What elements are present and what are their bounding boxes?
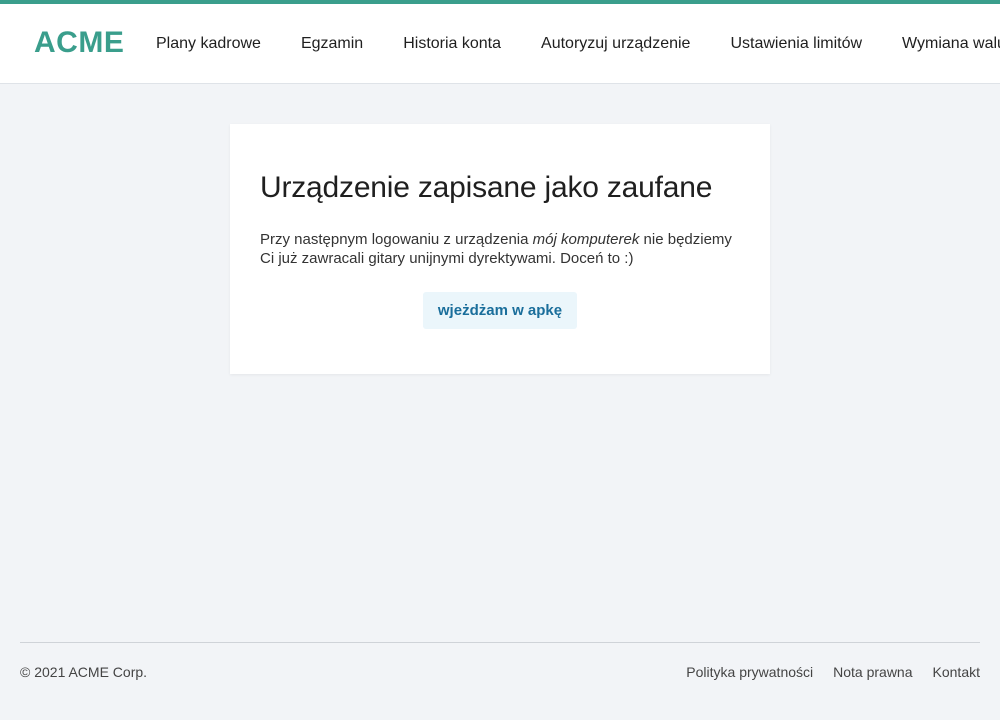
footer-link-legal-note[interactable]: Nota prawna <box>833 663 912 681</box>
cta-container: wjeżdżam w apkę <box>260 292 740 329</box>
nav-item-wymiana-walut[interactable]: Wymiana walut <box>902 34 1000 54</box>
nav-item-egzamin[interactable]: Egzamin <box>301 34 363 54</box>
footer-link-contact[interactable]: Kontakt <box>933 663 980 681</box>
copyright-text: © 2021 ACME Corp. <box>20 664 148 680</box>
footer-link-privacy-policy[interactable]: Polityka prywatności <box>686 663 813 681</box>
nav-item-plany-kadrowe[interactable]: Plany kadrowe <box>156 34 261 54</box>
confirmation-card: Urządzenie zapisane jako zaufane Przy na… <box>230 124 770 374</box>
enter-app-button[interactable]: wjeżdżam w apkę <box>422 292 578 329</box>
footer-divider <box>20 642 980 643</box>
top-navigation-bar: ACME Plany kadrowe Egzamin Historia kont… <box>0 0 1000 84</box>
footer-links: Polityka prywatności Nota prawna Kontakt <box>686 663 980 681</box>
acme-logo[interactable]: ACME <box>34 26 124 60</box>
nav-item-historia-konta[interactable]: Historia konta <box>403 34 501 54</box>
nav-item-ustawienia-limitow[interactable]: Ustawienia limitów <box>730 34 862 54</box>
message-text-before: Przy następnym logowaniu z urządzenia <box>260 231 533 248</box>
main-nav: Plany kadrowe Egzamin Historia konta Aut… <box>156 4 1000 83</box>
nav-item-autoryzuj-urzadzenie[interactable]: Autoryzuj urządzenie <box>541 34 690 54</box>
confirmation-message: Przy następnym logowaniu z urządzenia mó… <box>260 230 740 268</box>
device-name: mój komputerek <box>532 231 640 248</box>
page-title: Urządzenie zapisane jako zaufane <box>260 171 713 204</box>
